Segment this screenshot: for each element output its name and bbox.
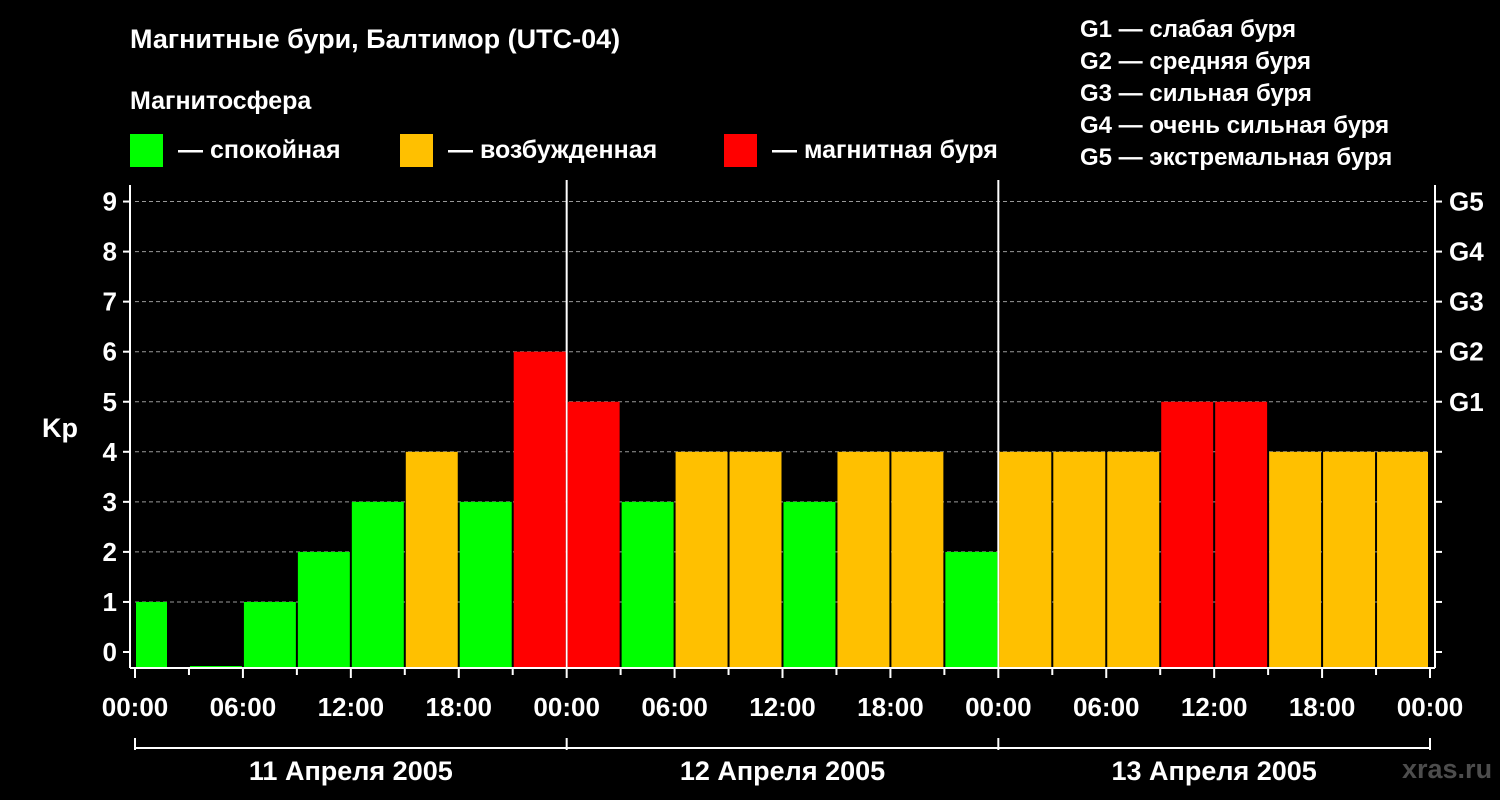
bar-kp	[1053, 451, 1106, 668]
g-level-label: G5	[1449, 187, 1484, 217]
g-scale-g5: G5 — экстремальная буря	[1080, 144, 1392, 171]
bar-kp	[459, 501, 512, 668]
x-tick-label: 00:00	[533, 692, 600, 722]
day-label: 11 Апреля 2005	[249, 756, 453, 786]
bar-kp	[621, 501, 674, 668]
x-tick-label: 00:00	[1397, 692, 1464, 722]
g-scale-g1: G1 — слабая буря	[1080, 16, 1296, 43]
bar-kp	[837, 451, 890, 668]
x-tick-label: 12:00	[318, 692, 385, 722]
x-tick-label: 06:00	[210, 692, 277, 722]
chart-title: Магнитные бури, Балтимор (UTC-04)	[130, 24, 620, 54]
bar-kp	[1161, 401, 1214, 668]
bar-kp	[513, 351, 566, 668]
x-tick-label: 18:00	[1289, 692, 1356, 722]
bar-kp	[405, 451, 458, 668]
y-tick-label: 9	[103, 187, 117, 217]
bar-kp	[1215, 401, 1268, 668]
g-level-label: G1	[1449, 387, 1484, 417]
legend-swatch-storm	[724, 134, 757, 167]
watermark: xras.ru	[1402, 754, 1492, 784]
kp-chart: Магнитные бури, Балтимор (UTC-04) Магнит…	[42, 16, 1492, 786]
x-tick-label: 18:00	[426, 692, 493, 722]
bar-kp	[136, 601, 167, 668]
y-tick-label: 1	[103, 587, 117, 617]
legend: — спокойная — возбужденная — магнитная б…	[130, 134, 998, 167]
y-axis-label: Kp	[42, 413, 78, 443]
bar-kp	[297, 551, 350, 668]
bar-kp	[1107, 451, 1160, 668]
legend-label-calm: — спокойная	[178, 136, 341, 164]
bar-kp	[1269, 451, 1322, 668]
x-tick-label: 06:00	[641, 692, 708, 722]
bar-kp	[567, 401, 620, 668]
x-tick-label: 00:00	[965, 692, 1032, 722]
bar-kp	[783, 501, 836, 668]
plot-area: 0 1 2 3 4 5 6 7 8 9 G1 G2 G3 G4 G5 00:00 06:00 12:00 18:00…	[102, 180, 1484, 786]
x-tick-label: 12:00	[1181, 692, 1248, 722]
bar-kp	[891, 451, 944, 668]
g-scale-legend: G1 — слабая буря G2 — средняя буря G3 — …	[1080, 16, 1392, 171]
legend-label-storm: — магнитная буря	[772, 136, 998, 164]
y-tick-label: 6	[103, 337, 117, 367]
y-tick-label: 7	[103, 287, 117, 317]
bar-kp	[945, 551, 998, 668]
chart-subtitle: Магнитосфера	[130, 87, 312, 115]
x-tick-label: 18:00	[857, 692, 924, 722]
bar-kp	[675, 451, 728, 668]
x-tick-label: 06:00	[1073, 692, 1140, 722]
y-tick-label: 3	[103, 487, 117, 517]
g-level-label: G3	[1449, 287, 1484, 317]
bar-kp	[729, 451, 782, 668]
x-tick-label: 00:00	[102, 692, 169, 722]
bar-kp	[1377, 451, 1428, 668]
g-scale-g2: G2 — средняя буря	[1080, 48, 1311, 75]
bar-kp	[243, 601, 296, 668]
bar-kp	[999, 451, 1052, 668]
g-scale-g3: G3 — сильная буря	[1080, 80, 1312, 107]
g-level-label: G4	[1449, 237, 1484, 267]
bar-kp	[351, 501, 404, 668]
legend-swatch-unsettled	[400, 134, 433, 167]
day-label: 13 Апреля 2005	[1112, 756, 1317, 786]
y-tick-label: 4	[103, 437, 118, 467]
g-scale-g4: G4 — очень сильная буря	[1080, 112, 1389, 139]
day-label: 12 Апреля 2005	[680, 756, 885, 786]
y-tick-label: 2	[103, 537, 117, 567]
x-tick-label: 12:00	[749, 692, 816, 722]
legend-label-unsettled: — возбужденная	[448, 136, 657, 164]
g-level-label: G2	[1449, 337, 1484, 367]
y-tick-label: 0	[103, 637, 117, 667]
bar-kp	[1323, 451, 1376, 668]
y-tick-label: 5	[103, 387, 117, 417]
y-tick-label: 8	[103, 237, 117, 267]
legend-swatch-calm	[130, 134, 163, 167]
